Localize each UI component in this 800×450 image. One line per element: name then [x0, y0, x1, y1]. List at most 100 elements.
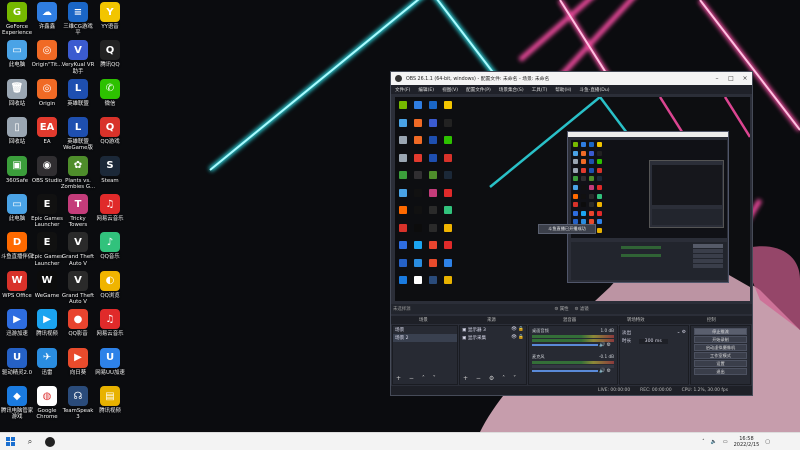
- transition-duration[interactable]: 时长 300 ms: [620, 337, 688, 345]
- thumbnail-icon: [589, 202, 594, 208]
- folder-icon: ▤: [100, 386, 120, 406]
- scene-item[interactable]: 场景 2: [393, 334, 457, 342]
- thumbnail-icon: [444, 118, 452, 127]
- desktop-shortcut[interactable]: ✿ Plants vs. Zombies G...: [61, 155, 95, 190]
- thumbnail-icon: [581, 167, 586, 173]
- obs-icon: [45, 436, 55, 447]
- studio-mode-button[interactable]: 工作室模式: [694, 352, 747, 359]
- desktop-shortcut[interactable]: Y YY语音: [93, 2, 127, 30]
- thumbnail-icon: [399, 171, 407, 179]
- desktop-shortcut[interactable]: Q 腾讯QQ: [93, 40, 127, 68]
- obs-window[interactable]: OBS 26.1.1 (64-bit, windows) - 配置文件: 未命名…: [390, 71, 753, 396]
- volume-icon[interactable]: 🔈: [711, 439, 717, 445]
- thumbnail-icon: [589, 150, 594, 156]
- desktop-shortcut[interactable]: U 网易UU加速: [93, 347, 127, 376]
- volume-slider[interactable]: [532, 370, 598, 372]
- menu-profile[interactable]: 配置文件(P): [466, 87, 491, 93]
- start-recording-button[interactable]: 开始录制: [694, 336, 747, 343]
- transition-select[interactable]: 淡出 ⌄ ⚙: [620, 329, 688, 337]
- speaker-icon[interactable]: 🔊: [599, 342, 605, 348]
- thumbnail-icon: [414, 258, 422, 267]
- menu-tools[interactable]: 工具(T): [532, 87, 548, 93]
- desktop-shortcut[interactable]: S Steam: [93, 155, 127, 184]
- mixer-channel-mic: 麦克风 -0.1 dB 🔊 ⚙: [529, 352, 617, 374]
- pcmgr-icon: ◆: [7, 386, 27, 406]
- yy-icon: Y: [100, 2, 120, 22]
- exit-button[interactable]: 退出: [694, 368, 747, 375]
- thumbnail-icon: [597, 176, 602, 182]
- windows-start-button[interactable]: [0, 433, 20, 450]
- desktop-shortcut[interactable]: ♫ 网易云音乐: [93, 194, 127, 222]
- virtual-camera-button[interactable]: 启动虚拟摄像机: [694, 344, 747, 351]
- source-item[interactable]: ▣ 显示采集 👁 🔒: [460, 334, 526, 342]
- desktop-shortcut[interactable]: ♪ QQ音乐: [93, 232, 127, 260]
- network-icon[interactable]: ▭: [723, 439, 728, 445]
- minimize-icon[interactable]: –: [710, 75, 724, 82]
- obs-icon: ◉: [37, 155, 57, 176]
- recycle-bin-icon: 🗑: [7, 78, 27, 99]
- menu-douyu[interactable]: 斗鱼-直播(Du): [579, 87, 609, 93]
- thumbnail-icon: [414, 276, 422, 284]
- desktop-shortcut[interactable]: L 英雄联盟 WeGame版: [61, 117, 95, 151]
- music2-icon: ♫: [100, 309, 120, 330]
- obs-title-bar[interactable]: OBS 26.1.1 (64-bit, windows) - 配置文件: 未命名…: [391, 72, 752, 85]
- thumbnail-icon: [414, 188, 422, 197]
- menu-edit[interactable]: 编辑(E): [418, 87, 434, 93]
- thumbnail-icon: [573, 202, 578, 208]
- taskbar-obs-app[interactable]: [40, 433, 60, 450]
- chevron-up-icon[interactable]: ˄: [702, 439, 705, 445]
- thumbnail-icon: [429, 118, 437, 127]
- desktop-shortcut[interactable]: V Grand Theft Auto V: [61, 270, 95, 305]
- system-tray: ˄ 🔈 ▭ 16:58 2022/2/15 ▢: [702, 436, 800, 448]
- controls-dock: 停止推流 开始录制 启动虚拟摄像机 工作室模式 设置 退出: [690, 325, 751, 385]
- source-item[interactable]: ▣ 显示器 3 👁 🔒: [460, 326, 526, 334]
- thumbnail-icon: [429, 136, 437, 144]
- desktop-shortcut[interactable]: ✆ 微信: [93, 78, 127, 107]
- desktop-shortcut[interactable]: V Grand Theft Auto V: [61, 232, 95, 267]
- desktop-shortcut[interactable]: ☊ TeamSpeak 3: [61, 386, 95, 420]
- thumbnail-icon: [444, 276, 452, 284]
- desktop-shortcut[interactable]: Q QQ游戏: [93, 117, 127, 145]
- obs-menu-bar: 文件(F) 编辑(E) 视图(V) 配置文件(P) 场景集合(S) 工具(T) …: [391, 85, 752, 94]
- settings-button[interactable]: 设置: [694, 360, 747, 367]
- obs-preview-canvas[interactable]: 斗鱼直播已开播成功: [395, 97, 750, 301]
- menu-file[interactable]: 文件(F): [395, 87, 410, 93]
- desktop-shortcut[interactable]: ◐ QQ浏览: [93, 270, 127, 299]
- mixer-dock-title: 混音器: [563, 318, 577, 323]
- thumbnail-icon: [414, 153, 422, 162]
- desktop-shortcut[interactable]: ♫ 网易云音乐: [93, 309, 127, 337]
- filters-button[interactable]: ⚙ 滤镜: [575, 306, 589, 312]
- menu-scene-collection[interactable]: 场景集合(S): [499, 87, 524, 93]
- accelerator-icon: ▶: [7, 309, 27, 330]
- desktop-shortcut[interactable]: T Tricky Towers: [61, 194, 95, 228]
- gear-icon[interactable]: ⚙: [607, 368, 611, 374]
- scene-tools[interactable]: + − ˄ ˅: [396, 375, 439, 382]
- thumbnail-icon: [597, 228, 602, 233]
- close-icon[interactable]: ×: [738, 75, 752, 82]
- qq-icon: Q: [100, 40, 120, 61]
- stop-streaming-button[interactable]: 停止推流: [694, 328, 747, 335]
- scene-item[interactable]: 场景: [393, 326, 457, 334]
- volume-slider[interactable]: [532, 344, 598, 346]
- notification-icon[interactable]: ▢: [765, 439, 770, 445]
- thumbnail-icon: [573, 193, 578, 199]
- maximize-icon[interactable]: □: [724, 75, 738, 82]
- search-icon[interactable]: ⌕: [20, 433, 40, 450]
- speaker-icon[interactable]: 🔊: [599, 368, 605, 374]
- thumbnail-icon: [399, 188, 407, 197]
- desktop-shortcut[interactable]: V VeryKual VR 助手: [61, 40, 95, 75]
- volume-meter: [532, 361, 614, 364]
- thumbnail-icon: [581, 150, 586, 156]
- nested-obs-window: 斗鱼直播已开播成功: [538, 131, 729, 283]
- menu-help[interactable]: 帮助(H): [555, 87, 571, 93]
- properties-button[interactable]: ⚙ 属性: [554, 306, 568, 312]
- source-tools[interactable]: + − ⚙ ˄ ˅: [463, 375, 519, 382]
- desktop-shortcut[interactable]: G GeForce Experience: [0, 2, 34, 36]
- menu-view[interactable]: 视图(V): [442, 87, 458, 93]
- gear-icon[interactable]: ⚙: [607, 342, 611, 348]
- desktop-shortcut[interactable]: ≡ 三维CG游戏 平: [61, 2, 95, 36]
- desktop-shortcut-label: 网易云音乐: [96, 331, 124, 338]
- thumbnail-icon: [444, 258, 452, 267]
- clock[interactable]: 16:58 2022/2/15: [734, 436, 760, 448]
- desktop-shortcut[interactable]: ▤ 腾讯视频: [93, 386, 127, 414]
